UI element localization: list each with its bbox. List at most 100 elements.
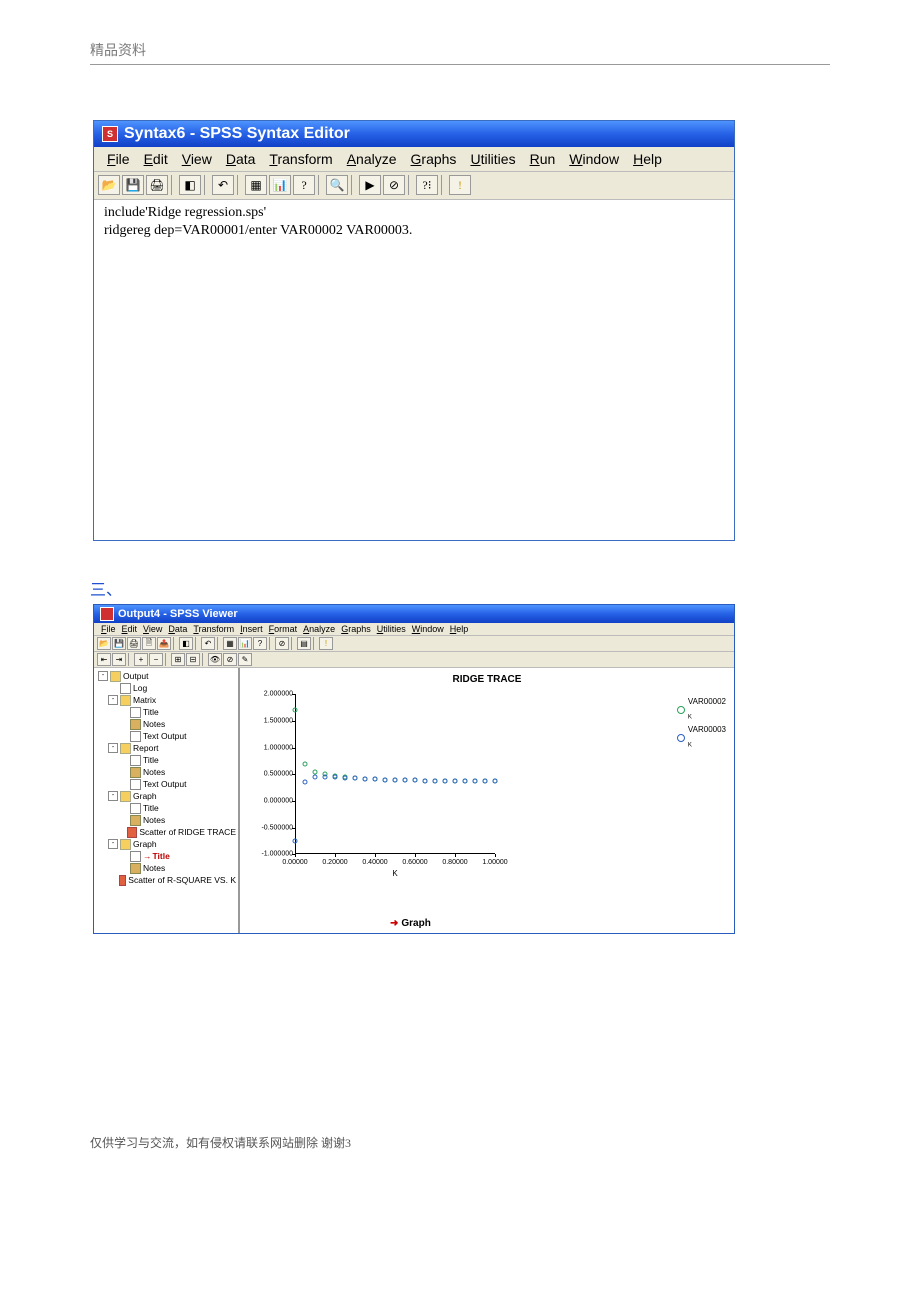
arrow-icon: ➜ xyxy=(390,918,398,929)
tree-item[interactable]: Notes xyxy=(143,718,165,730)
goto-case-icon[interactable]: ? xyxy=(253,637,267,650)
goto-chart-icon[interactable]: 📊 xyxy=(269,175,291,195)
legend-item: VAR00002K xyxy=(677,696,726,724)
stop-icon[interactable]: ⊘ xyxy=(275,637,289,650)
menu-analyze[interactable]: Analyze xyxy=(340,150,404,168)
hide-icon[interactable]: ⊘ xyxy=(223,653,237,666)
undo-icon[interactable]: ↶ xyxy=(201,637,215,650)
menu-help[interactable]: Help xyxy=(626,150,669,168)
outline-tree[interactable]: -OutputLog-MatrixTitleNotesText Output-R… xyxy=(94,668,240,933)
win2-title-text: Output4 - SPSS Viewer xyxy=(118,608,238,620)
menu-edit[interactable]: Edit xyxy=(119,624,141,634)
menu-graphs[interactable]: Graphs xyxy=(338,624,374,634)
open-icon[interactable]: 📂 xyxy=(98,175,120,195)
nav-first-icon[interactable]: ⇤ xyxy=(97,653,111,666)
run-current-icon[interactable]: ▶ xyxy=(359,175,381,195)
tree-item[interactable]: Text Output xyxy=(143,778,186,790)
collapse-icon[interactable]: ⊟ xyxy=(186,653,200,666)
undo-icon[interactable]: ↶ xyxy=(212,175,234,195)
legend-item: VAR00003K xyxy=(677,724,726,752)
data-point xyxy=(423,778,428,783)
menu-help[interactable]: Help xyxy=(447,624,472,634)
menu-view[interactable]: View xyxy=(140,624,165,634)
menu-edit[interactable]: Edit xyxy=(137,150,175,168)
data-point xyxy=(473,778,478,783)
data-point xyxy=(323,774,328,779)
expand-icon[interactable]: ⊞ xyxy=(171,653,185,666)
next-output-header: ➜Graph xyxy=(390,918,431,929)
insert-icon[interactable]: ✎ xyxy=(238,653,252,666)
tree-item[interactable]: Title xyxy=(143,706,159,718)
tree-item[interactable]: Log xyxy=(133,682,147,694)
tree-item[interactable]: Title xyxy=(143,754,159,766)
data-point xyxy=(293,708,298,713)
chart-pane: RIDGE TRACE K -1.000000 -0.500000 0.0000… xyxy=(240,668,734,933)
menu-utilities[interactable]: Utilities xyxy=(374,624,409,634)
menu-run[interactable]: Run xyxy=(523,150,563,168)
dialog-recall-icon[interactable]: ◧ xyxy=(179,175,201,195)
menu-file[interactable]: File xyxy=(98,624,119,634)
data-point xyxy=(443,778,448,783)
info-icon[interactable]: ! xyxy=(449,175,471,195)
syntax-help-icon[interactable]: ?⁝ xyxy=(416,175,438,195)
tree-item[interactable]: Scatter of RIDGE TRACE xyxy=(139,826,236,838)
save-icon[interactable]: 💾 xyxy=(122,175,144,195)
promote-icon[interactable]: + xyxy=(134,653,148,666)
info-icon[interactable]: ! xyxy=(319,637,333,650)
tree-item[interactable]: Text Output xyxy=(143,730,186,742)
menu-graphs[interactable]: Graphs xyxy=(404,150,464,168)
show-icon[interactable]: 👁 xyxy=(208,653,222,666)
tree-item[interactable]: Notes xyxy=(143,814,165,826)
dialog-recall-icon[interactable]: ◧ xyxy=(179,637,193,650)
tree-item[interactable]: Notes xyxy=(143,862,165,874)
win2-toolbar-1: 📂 💾 🖨 🗎 📤 ◧ ↶ ▦ 📊 ? ⊘ ▤ ! xyxy=(94,636,734,652)
export-icon[interactable]: 📤 xyxy=(157,637,171,650)
open-icon[interactable]: 📂 xyxy=(97,637,111,650)
menu-analyze[interactable]: Analyze xyxy=(300,624,338,634)
tree-item[interactable]: Scatter of R-SQUARE VS. K xyxy=(128,874,236,886)
demote-icon[interactable]: − xyxy=(149,653,163,666)
menu-window[interactable]: Window xyxy=(562,150,626,168)
menu-data[interactable]: Data xyxy=(165,624,190,634)
menu-window[interactable]: Window xyxy=(409,624,447,634)
menu-utilities[interactable]: Utilities xyxy=(463,150,522,168)
goto-case-icon[interactable]: ? xyxy=(293,175,315,195)
syntax-text-area[interactable]: include'Ridge regression.sps' ridgereg d… xyxy=(94,200,734,540)
menu-transform[interactable]: Transform xyxy=(262,150,339,168)
nav-next-icon[interactable]: ⇥ xyxy=(112,653,126,666)
menu-insert[interactable]: Insert xyxy=(237,624,266,634)
data-point xyxy=(313,775,318,780)
data-point xyxy=(463,778,468,783)
data-point xyxy=(333,775,338,780)
print-icon[interactable]: 🖨 xyxy=(127,637,141,650)
goto-data-icon[interactable]: ▦ xyxy=(245,175,267,195)
tree-item[interactable]: Graph xyxy=(133,838,157,850)
goto-data-icon[interactable]: ▦ xyxy=(223,637,237,650)
print-icon[interactable]: 🖨 xyxy=(146,175,168,195)
stop-icon[interactable]: ⊘ xyxy=(383,175,405,195)
find-icon[interactable]: 🔍 xyxy=(326,175,348,195)
spss-app-icon xyxy=(100,607,114,621)
tree-item[interactable]: Matrix xyxy=(133,694,156,706)
select-last-icon[interactable]: ▤ xyxy=(297,637,311,650)
menu-file[interactable]: File xyxy=(100,150,137,168)
menu-transform[interactable]: Transform xyxy=(190,624,237,634)
tree-item[interactable]: Output xyxy=(123,670,149,682)
tree-item-current[interactable]: Title xyxy=(143,850,170,862)
tree-item[interactable]: Notes xyxy=(143,766,165,778)
chart-title: RIDGE TRACE xyxy=(240,674,734,685)
goto-chart-icon[interactable]: 📊 xyxy=(238,637,252,650)
data-point xyxy=(373,777,378,782)
tree-item[interactable]: Report xyxy=(133,742,159,754)
page-header: 精品资料 xyxy=(90,40,830,65)
menu-data[interactable]: Data xyxy=(219,150,263,168)
tree-item[interactable]: Title xyxy=(143,802,159,814)
menu-format[interactable]: Format xyxy=(266,624,301,634)
tree-item[interactable]: Graph xyxy=(133,790,157,802)
data-point xyxy=(433,778,438,783)
menu-view[interactable]: View xyxy=(175,150,219,168)
save-icon[interactable]: 💾 xyxy=(112,637,126,650)
x-axis-label: K xyxy=(295,869,495,878)
print-preview-icon[interactable]: 🗎 xyxy=(142,637,156,650)
data-point xyxy=(493,779,498,784)
